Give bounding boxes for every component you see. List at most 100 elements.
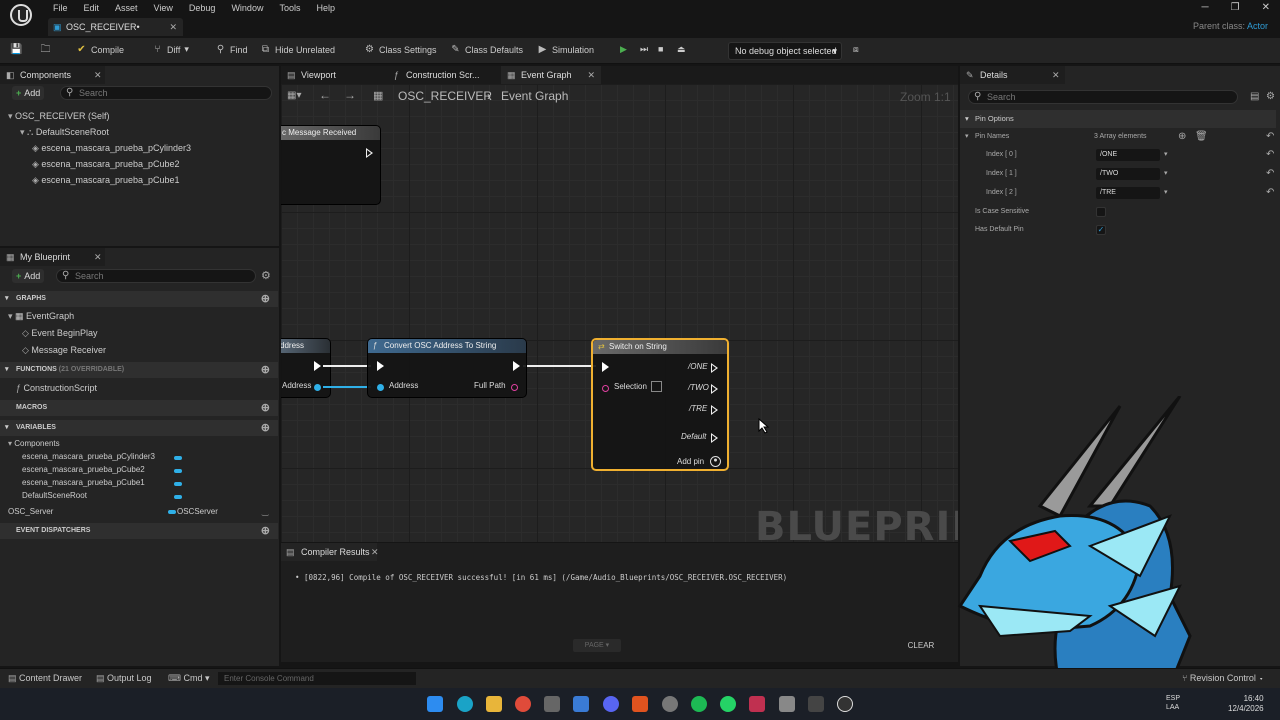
edge-icon[interactable]: [457, 696, 473, 712]
page-dropdown[interactable]: PAGE ▾: [573, 639, 621, 652]
maximize-button[interactable]: ❐: [1231, 2, 1240, 13]
whatsapp-icon[interactable]: [720, 696, 736, 712]
chrome-icon[interactable]: [515, 696, 531, 712]
construction-script-item[interactable]: ƒ ConstructionScript: [16, 383, 97, 393]
play-icon[interactable]: ▶: [620, 44, 627, 55]
address-in-pin[interactable]: [377, 384, 384, 391]
case-tre-out-pin[interactable]: [711, 405, 719, 415]
exec-in-pin[interactable]: [602, 362, 609, 372]
details-tab[interactable]: ✎ Details ✕: [960, 66, 1065, 84]
chevron-down-icon[interactable]: ▾: [1164, 146, 1168, 164]
tree-item-cylinder3[interactable]: ◈ escena_mascara_prueba_pCylinder3: [8, 143, 191, 159]
full-path-out-pin[interactable]: [511, 384, 518, 391]
app-icon[interactable]: [779, 696, 795, 712]
app-icon[interactable]: [544, 696, 560, 712]
tab-construction-script[interactable]: ƒ Construction Scr...: [386, 66, 498, 84]
close-icon[interactable]: ✕: [1052, 66, 1060, 84]
add-blueprint-item-button[interactable]: + Add: [12, 269, 45, 283]
close-icon[interactable]: ✕: [587, 66, 595, 84]
add-element-icon[interactable]: ⊕: [1178, 128, 1186, 146]
find-button[interactable]: ⚲ Find: [215, 44, 248, 55]
content-drawer-button[interactable]: ▤ Content Drawer: [8, 673, 82, 684]
pin-options-section[interactable]: ▾ Pin Options: [960, 110, 1276, 128]
switch-on-string-node[interactable]: ⇄ Switch on String Selection /ONE /TWO /T…: [591, 338, 729, 471]
close-tab-icon[interactable]: ✕: [169, 18, 177, 36]
case-two-out-pin[interactable]: [711, 384, 719, 394]
graphs-section[interactable]: ▾ GRAPHS ⊕: [0, 291, 278, 307]
add-component-button[interactable]: + Add: [12, 86, 45, 100]
class-defaults-button[interactable]: ✎ Class Defaults: [450, 44, 523, 55]
graph-item-message-receiver[interactable]: ◇ Message Receiver: [8, 345, 106, 362]
tab-viewport[interactable]: ▤ Viewport: [281, 66, 381, 84]
reset-arrow-icon[interactable]: ↶: [1266, 165, 1274, 183]
event-dispatchers-section[interactable]: EVENT DISPATCHERS ⊕: [0, 523, 278, 539]
variable-cylinder3[interactable]: escena_mascara_prueba_pCylinder3: [8, 452, 268, 465]
brave-icon[interactable]: [632, 696, 648, 712]
eject-icon[interactable]: ⏏: [677, 44, 686, 55]
parent-class-value[interactable]: Actor: [1247, 21, 1268, 31]
save-icon[interactable]: 💾: [10, 44, 22, 55]
debug-object-dropdown[interactable]: No debug object selected ▾: [728, 42, 842, 60]
table-view-icon[interactable]: ▤: [1250, 91, 1259, 102]
tree-item-self[interactable]: ▾ OSC_RECEIVER (Self): [8, 111, 191, 127]
close-icon[interactable]: ✕: [371, 543, 379, 561]
default-out-pin[interactable]: [711, 433, 719, 443]
trash-icon[interactable]: 🗑: [1195, 128, 1208, 146]
revision-control-button[interactable]: ⑂ Revision Control ▾: [1182, 673, 1264, 683]
blueprint-search-input[interactable]: Search: [56, 269, 256, 283]
menu-debug[interactable]: Debug: [181, 2, 224, 14]
eye-icon[interactable]: ‿: [262, 504, 268, 520]
index-value-input[interactable]: /TWO: [1096, 168, 1160, 180]
variable-osc-server[interactable]: OSC_Server OSCServer ‿: [8, 504, 268, 520]
document-tab[interactable]: ▣ OSC_RECEIVER• ✕: [48, 18, 183, 36]
stop-icon[interactable]: ■: [658, 44, 663, 54]
class-settings-button[interactable]: ⚙ Class Settings: [364, 44, 437, 55]
selection-in-pin[interactable]: [602, 385, 609, 392]
convert-osc-address-node[interactable]: ƒ Convert OSC Address To String Address F…: [367, 338, 527, 398]
macros-section[interactable]: MACROS ⊕: [0, 400, 278, 416]
browse-icon[interactable]: 🗀: [40, 44, 51, 55]
tree-item-cube2[interactable]: ◈ escena_mascara_prueba_pCube2: [8, 159, 191, 175]
event-graph-item[interactable]: ▾ ▦ EventGraph: [8, 311, 106, 328]
spotify-icon[interactable]: [691, 696, 707, 712]
reset-arrow-icon[interactable]: ↶: [1266, 146, 1274, 164]
simulation-button[interactable]: ▶ Simulation: [537, 44, 594, 55]
graph-item-beginplay[interactable]: ◇ Event BeginPlay: [8, 328, 106, 345]
index-value-input[interactable]: /TRE: [1096, 187, 1160, 199]
reset-arrow-icon[interactable]: ↶: [1266, 184, 1274, 202]
clock[interactable]: 16:40 12/4/2026: [1228, 694, 1264, 714]
menu-help[interactable]: Help: [308, 2, 343, 14]
variables-components-group[interactable]: ▾ Components: [8, 439, 268, 452]
case-one-out-pin[interactable]: [711, 363, 719, 373]
chevron-down-icon[interactable]: ▾: [1164, 184, 1168, 202]
windows-start-icon[interactable]: [427, 696, 443, 712]
close-icon[interactable]: ✕: [94, 66, 102, 84]
add-macro-icon[interactable]: ⊕: [261, 400, 270, 416]
hide-unrelated-button[interactable]: ⧉ Hide Unrelated: [260, 44, 335, 55]
add-function-icon[interactable]: ⊕: [261, 362, 270, 378]
diff-button[interactable]: ⑂ Diff ▾: [152, 44, 189, 55]
add-dispatcher-icon[interactable]: ⊕: [261, 523, 270, 539]
app-icon[interactable]: [808, 696, 824, 712]
tree-item-root[interactable]: ▾ ⛬ DefaultSceneRoot: [8, 127, 191, 143]
menu-tools[interactable]: Tools: [271, 2, 308, 14]
reset-arrow-icon[interactable]: ↶: [1266, 128, 1274, 146]
app-icon[interactable]: [749, 696, 765, 712]
step-icon[interactable]: ⏭: [640, 44, 648, 55]
case-sensitive-checkbox[interactable]: [1096, 207, 1106, 217]
console-command-input[interactable]: Enter Console Command: [218, 672, 416, 685]
settings-gear-icon[interactable]: ⚙: [261, 269, 271, 282]
menu-window[interactable]: Window: [223, 2, 271, 14]
settings-gear-icon[interactable]: ⚙: [1266, 91, 1275, 102]
functions-section[interactable]: ▾ FUNCTIONS (21 OVERRIDABLE) ⊕: [0, 362, 278, 378]
minimize-button[interactable]: ─: [1202, 2, 1209, 13]
tab-event-graph[interactable]: ▦ Event Graph ✕: [501, 66, 601, 84]
menu-view[interactable]: View: [146, 2, 181, 14]
compile-button[interactable]: ✔ Compile: [76, 44, 124, 55]
variable-root[interactable]: DefaultSceneRoot: [8, 491, 268, 504]
exec-out-pin[interactable]: [513, 361, 520, 371]
variable-cube1[interactable]: escena_mascara_prueba_pCube1: [8, 478, 268, 491]
steam-icon[interactable]: [573, 696, 589, 712]
close-window-button[interactable]: ✕: [1262, 2, 1270, 13]
graph-canvas[interactable]: ▦▾ ← → ▦ OSC_RECEIVER › Event Graph Zoom…: [281, 84, 958, 542]
